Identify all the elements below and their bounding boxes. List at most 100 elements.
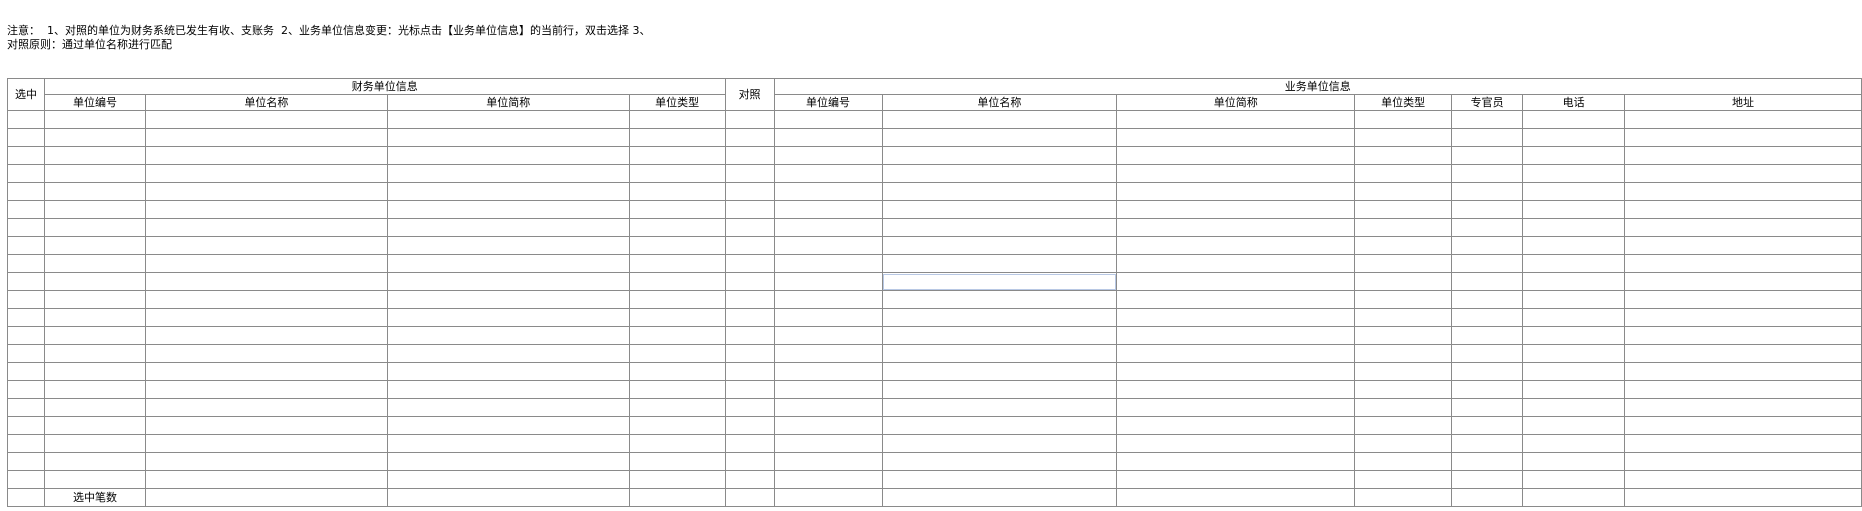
business-type-cell[interactable] [1354, 380, 1453, 399]
finance-short-name-cell[interactable] [386, 398, 630, 417]
select-cell[interactable] [7, 308, 45, 327]
finance-name-cell[interactable] [144, 146, 388, 165]
finance-name-cell[interactable] [144, 362, 388, 381]
business-address-cell[interactable] [1624, 290, 1862, 309]
select-cell[interactable] [7, 254, 45, 273]
business-type-cell[interactable] [1354, 362, 1453, 381]
table-row[interactable] [7, 128, 1862, 147]
finance-type-cell[interactable] [628, 146, 726, 165]
finance-short-name-cell[interactable] [386, 452, 630, 471]
business-address-cell[interactable] [1624, 362, 1862, 381]
business-address-cell[interactable] [1624, 470, 1862, 489]
business-name-cell[interactable] [881, 398, 1118, 417]
business-phone-cell[interactable] [1522, 290, 1626, 309]
finance-type-cell[interactable] [628, 452, 726, 471]
business-short-name-cell[interactable] [1116, 326, 1356, 345]
business-address-cell[interactable] [1624, 110, 1862, 129]
business-short-name-cell[interactable] [1116, 308, 1356, 327]
business-code-cell[interactable] [773, 182, 883, 201]
finance-code-cell[interactable] [43, 380, 146, 399]
select-cell[interactable] [7, 164, 45, 183]
mapping-cell[interactable] [724, 128, 775, 147]
select-cell[interactable] [7, 128, 45, 147]
business-phone-cell[interactable] [1522, 254, 1626, 273]
business-col-phone[interactable]: 电话 [1522, 94, 1626, 111]
finance-type-cell[interactable] [628, 182, 726, 201]
business-code-cell[interactable] [773, 398, 883, 417]
finance-type-cell[interactable] [628, 254, 726, 273]
business-type-cell[interactable] [1354, 128, 1453, 147]
finance-type-cell[interactable] [628, 434, 726, 453]
business-address-cell[interactable] [1624, 164, 1862, 183]
finance-code-cell[interactable] [43, 218, 146, 237]
finance-name-cell[interactable] [144, 344, 388, 363]
business-short-name-cell[interactable] [1116, 254, 1356, 273]
finance-col-short-name[interactable]: 单位简称 [386, 94, 630, 111]
finance-name-cell[interactable] [144, 254, 388, 273]
business-officer-cell[interactable] [1451, 254, 1524, 273]
business-type-cell[interactable] [1354, 218, 1453, 237]
business-name-cell[interactable] [881, 326, 1118, 345]
finance-code-cell[interactable] [43, 164, 146, 183]
finance-code-cell[interactable] [43, 398, 146, 417]
business-officer-cell[interactable] [1451, 380, 1524, 399]
business-phone-cell[interactable] [1522, 218, 1626, 237]
business-phone-cell[interactable] [1522, 362, 1626, 381]
business-officer-cell[interactable] [1451, 200, 1524, 219]
business-phone-cell[interactable] [1522, 416, 1626, 435]
business-type-cell[interactable] [1354, 470, 1453, 489]
business-phone-cell[interactable] [1522, 164, 1626, 183]
business-phone-cell[interactable] [1522, 128, 1626, 147]
business-type-cell[interactable] [1354, 434, 1453, 453]
mapping-cell[interactable] [724, 308, 775, 327]
finance-type-cell[interactable] [628, 362, 726, 381]
business-code-cell[interactable] [773, 470, 883, 489]
finance-code-cell[interactable] [43, 416, 146, 435]
finance-name-cell[interactable] [144, 308, 388, 327]
business-address-cell[interactable] [1624, 218, 1862, 237]
business-phone-cell[interactable] [1522, 398, 1626, 417]
select-cell[interactable] [7, 236, 45, 255]
finance-name-cell[interactable] [144, 452, 388, 471]
table-row[interactable] [7, 452, 1862, 471]
table-row[interactable] [7, 344, 1862, 363]
finance-type-cell[interactable] [628, 200, 726, 219]
business-officer-cell[interactable] [1451, 362, 1524, 381]
business-name-cell[interactable] [881, 200, 1118, 219]
business-type-cell[interactable] [1354, 398, 1453, 417]
business-short-name-cell[interactable] [1116, 164, 1356, 183]
business-short-name-cell[interactable] [1116, 110, 1356, 129]
finance-name-cell[interactable] [144, 272, 388, 291]
mapping-cell[interactable] [724, 380, 775, 399]
table-row[interactable] [7, 326, 1862, 345]
business-short-name-cell[interactable] [1116, 182, 1356, 201]
mapping-cell[interactable] [724, 470, 775, 489]
table-row[interactable] [7, 434, 1862, 453]
business-short-name-cell[interactable] [1116, 272, 1356, 291]
business-address-cell[interactable] [1624, 200, 1862, 219]
business-type-cell[interactable] [1354, 182, 1453, 201]
select-cell[interactable] [7, 110, 45, 129]
business-officer-cell[interactable] [1451, 182, 1524, 201]
mapping-cell[interactable] [724, 416, 775, 435]
business-code-cell[interactable] [773, 344, 883, 363]
business-officer-cell[interactable] [1451, 218, 1524, 237]
finance-type-cell[interactable] [628, 416, 726, 435]
finance-short-name-cell[interactable] [386, 146, 630, 165]
business-phone-cell[interactable] [1522, 236, 1626, 255]
business-officer-cell[interactable] [1451, 326, 1524, 345]
table-row[interactable] [7, 110, 1862, 129]
table-row[interactable] [7, 380, 1862, 399]
finance-short-name-cell[interactable] [386, 362, 630, 381]
table-row[interactable] [7, 290, 1862, 309]
finance-type-cell[interactable] [628, 398, 726, 417]
finance-type-cell[interactable] [628, 380, 726, 399]
table-row[interactable] [7, 200, 1862, 219]
business-col-short-name[interactable]: 单位简称 [1116, 94, 1356, 111]
business-name-cell[interactable] [881, 164, 1118, 183]
business-short-name-cell[interactable] [1116, 236, 1356, 255]
business-name-cell[interactable] [881, 308, 1118, 327]
business-phone-cell[interactable] [1522, 452, 1626, 471]
business-address-cell[interactable] [1624, 398, 1862, 417]
business-phone-cell[interactable] [1522, 200, 1626, 219]
